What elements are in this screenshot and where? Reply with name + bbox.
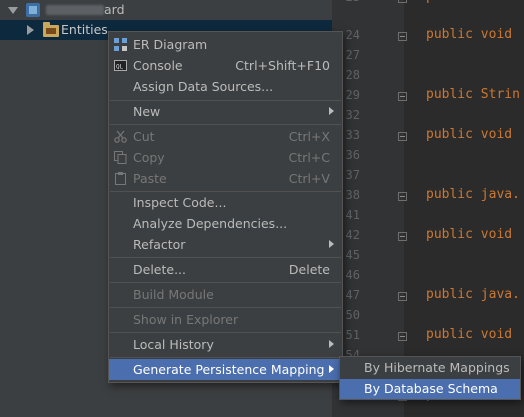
paste-icon xyxy=(115,172,126,185)
menu-item-delete[interactable]: Delete... Delete xyxy=(109,259,342,280)
copy-icon xyxy=(114,151,127,164)
menu-separator xyxy=(110,257,341,258)
fold-toggle-icon[interactable] xyxy=(398,192,407,201)
menu-item-refactor[interactable]: Refactor xyxy=(109,234,342,255)
menu-item-analyze-dependencies[interactable]: Analyze Dependencies... xyxy=(109,213,342,234)
new-label: New xyxy=(133,104,161,119)
menu-item-copy[interactable]: Copy Ctrl+C xyxy=(109,147,342,168)
scissors-icon xyxy=(114,130,127,143)
by-database-schema-label: By Database Schema xyxy=(364,381,498,396)
show-in-explorer-label: Show in Explorer xyxy=(133,312,239,327)
persistence-mapping-submenu: By Hibernate Mappings By Database Schema xyxy=(339,356,521,400)
menu-item-by-database-schema[interactable]: By Database Schema xyxy=(340,379,520,399)
code-line: public void xyxy=(426,27,513,42)
menu-item-local-history[interactable]: Local History xyxy=(109,334,342,355)
menu-item-assign-data-sources[interactable]: Assign Data Sources... xyxy=(109,76,342,97)
project-name: ard xyxy=(104,2,125,17)
fold-toggle-icon[interactable] xyxy=(398,332,407,341)
submenu-arrow-icon xyxy=(329,365,334,373)
fold-toggle-icon[interactable] xyxy=(398,0,407,3)
fold-toggle-icon[interactable] xyxy=(398,32,407,41)
redacted-text xyxy=(46,5,104,15)
menu-separator xyxy=(110,124,341,125)
er-diagram-label: ER Diagram xyxy=(133,37,208,52)
er-diagram-icon xyxy=(114,38,127,51)
delete-label: Delete... xyxy=(133,262,186,277)
collapse-arrow-icon[interactable] xyxy=(27,25,34,35)
menu-item-show-in-explorer[interactable]: Show in Explorer xyxy=(109,309,342,330)
console-label: Console xyxy=(133,58,183,73)
menu-item-er-diagram[interactable]: ER Diagram xyxy=(109,34,342,55)
line-number: 23 xyxy=(332,0,360,4)
console-shortcut: Ctrl+Shift+F10 xyxy=(235,58,330,73)
fold-toggle-icon[interactable] xyxy=(398,292,407,301)
code-line: public java. xyxy=(426,287,520,302)
fold-toggle-icon[interactable] xyxy=(398,232,407,241)
menu-item-inspect-code[interactable]: Inspect Code... xyxy=(109,192,342,213)
menu-item-new[interactable]: New xyxy=(109,101,342,122)
folder-icon xyxy=(43,22,59,37)
delete-shortcut: Delete xyxy=(288,262,330,277)
copy-shortcut: Ctrl+C xyxy=(288,150,330,165)
by-hibernate-mappings-label: By Hibernate Mappings xyxy=(364,360,510,375)
cut-label: Cut xyxy=(133,129,155,144)
menu-separator xyxy=(110,282,341,283)
paste-label: Paste xyxy=(133,171,167,186)
code-line: public void xyxy=(426,227,513,242)
menu-item-console[interactable]: QL Console Ctrl+Shift+F10 xyxy=(109,55,342,76)
code-line: public void xyxy=(426,327,513,342)
fold-toggle-icon[interactable] xyxy=(398,132,407,141)
menu-item-build-module[interactable]: Build Module xyxy=(109,284,342,305)
code-line: public void xyxy=(426,127,513,142)
refactor-label: Refactor xyxy=(133,237,186,252)
fold-toggle-icon[interactable] xyxy=(398,92,407,101)
cut-shortcut: Ctrl+X xyxy=(288,129,330,144)
submenu-arrow-icon xyxy=(329,107,334,115)
code-editor[interactable]: 23public Stand24public void 272829public… xyxy=(332,0,524,417)
submenu-arrow-icon xyxy=(329,340,334,348)
assign-data-sources-label: Assign Data Sources... xyxy=(133,79,274,94)
menu-item-cut[interactable]: Cut Ctrl+X xyxy=(109,126,342,147)
submenu-arrow-icon xyxy=(329,240,334,248)
code-line: public java. xyxy=(426,187,520,202)
menu-separator xyxy=(110,357,341,358)
code-line: public Stand xyxy=(426,0,520,4)
svg-text:QL: QL xyxy=(116,64,124,71)
menu-item-generate-persistence-mapping[interactable]: Generate Persistence Mapping xyxy=(109,359,342,380)
menu-item-paste[interactable]: Paste Ctrl+V xyxy=(109,168,342,189)
copy-label: Copy xyxy=(133,150,165,165)
generate-persistence-mapping-label: Generate Persistence Mapping xyxy=(133,362,325,377)
context-menu: ER Diagram QL Console Ctrl+Shift+F10 Ass… xyxy=(108,31,343,383)
module-icon xyxy=(26,3,40,17)
build-module-label: Build Module xyxy=(133,287,214,302)
console-icon: QL xyxy=(114,60,127,71)
code-line: public Strin xyxy=(426,87,520,102)
local-history-label: Local History xyxy=(133,337,214,352)
menu-separator xyxy=(110,332,341,333)
expand-arrow-icon[interactable] xyxy=(8,7,18,14)
paste-shortcut: Ctrl+V xyxy=(288,171,330,186)
entities-label: Entities xyxy=(61,22,108,37)
menu-separator xyxy=(110,307,341,308)
menu-item-by-hibernate-mappings[interactable]: By Hibernate Mappings xyxy=(340,358,520,378)
inspect-code-label: Inspect Code... xyxy=(133,195,227,210)
analyze-dependencies-label: Analyze Dependencies... xyxy=(133,216,288,231)
